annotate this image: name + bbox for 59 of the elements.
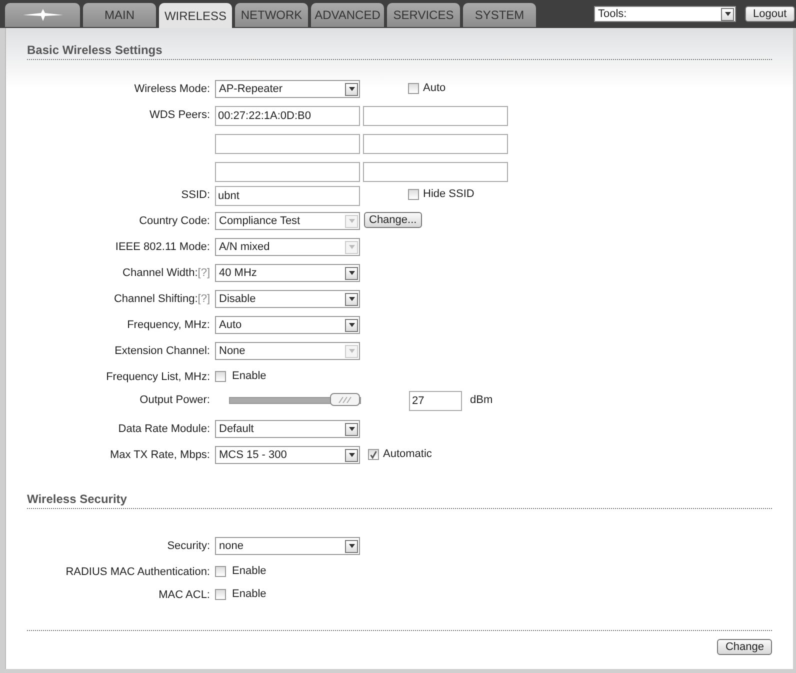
text-field[interactable] (363, 106, 508, 126)
field-label: SSID: (181, 189, 210, 201)
checkbox-label: Enable (232, 565, 266, 577)
checkbox-label: Auto (423, 82, 446, 94)
nav-tab[interactable]: NETWORK (235, 3, 308, 27)
tools-dropdown[interactable]: Tools: (594, 6, 736, 22)
text-field[interactable] (363, 134, 508, 154)
dropdown[interactable]: Disable (215, 290, 360, 308)
nav-tab[interactable]: MAIN (83, 3, 156, 27)
nav-tab[interactable]: ADVANCED (311, 3, 384, 27)
field-label: WDS Peers: (149, 109, 210, 121)
logo-tab[interactable] (5, 3, 80, 27)
text-field[interactable] (215, 134, 360, 154)
dropdown[interactable]: Default (215, 420, 360, 438)
section-title: Basic Wireless Settings (27, 43, 772, 60)
checkbox-label: Hide SSID (423, 188, 474, 200)
nav-tab[interactable]: SERVICES (387, 3, 460, 27)
field-label: Max TX Rate, Mbps: (110, 449, 210, 461)
text-field[interactable]: 00:27:22:1A:0D:B0 (215, 106, 360, 126)
nav-tab[interactable]: WIRELESS (159, 3, 232, 28)
checkbox-label: Automatic (383, 448, 432, 460)
change-button[interactable]: Change (717, 639, 772, 655)
field-label: RADIUS MAC Authentication: (66, 566, 210, 578)
nav-tab[interactable]: SYSTEM (463, 3, 536, 27)
checkbox[interactable] (215, 566, 226, 577)
checkbox[interactable] (408, 189, 419, 200)
checkbox[interactable] (408, 83, 419, 94)
dropdown[interactable]: none (215, 537, 360, 555)
slider-thumb[interactable] (330, 393, 360, 406)
power-field[interactable]: 27 (409, 391, 462, 411)
checkbox[interactable] (368, 449, 379, 460)
field-label: Channel Width: (122, 267, 198, 279)
field-label: Frequency, MHz: (127, 319, 210, 331)
field-label: Extension Channel: (114, 345, 210, 357)
field-label: Channel Shifting: (114, 293, 198, 305)
field-label: Wireless Mode: (134, 83, 210, 95)
checkbox-label: Enable (232, 588, 266, 600)
dropdown[interactable]: MCS 15 - 300 (215, 446, 360, 464)
checkbox[interactable] (215, 371, 226, 382)
field-label: MAC ACL: (158, 589, 210, 601)
help-link[interactable]: [?] (198, 293, 210, 305)
text-field[interactable] (363, 162, 508, 182)
field-label: IEEE 802.11 Mode: (115, 241, 210, 253)
field-label: Output Power: (140, 394, 210, 406)
field-label: Country Code: (139, 215, 210, 227)
checkbox-label: Enable (232, 370, 266, 382)
field-label: Data Rate Module: (118, 423, 210, 435)
dropdown[interactable]: Auto (215, 316, 360, 334)
unit-label: dBm (470, 394, 493, 406)
text-field[interactable] (215, 162, 360, 182)
field-label: Security: (167, 540, 210, 552)
section-title: Wireless Security (27, 492, 772, 509)
field-label: Frequency List, MHz: (106, 371, 210, 383)
dropdown[interactable]: 40 MHz (215, 264, 360, 282)
help-link[interactable]: [?] (198, 267, 210, 279)
checkbox[interactable] (215, 589, 226, 600)
dropdown[interactable]: AP-Repeater (215, 80, 360, 98)
text-field[interactable]: ubnt (215, 186, 360, 206)
logout-button[interactable]: Logout (745, 6, 795, 22)
